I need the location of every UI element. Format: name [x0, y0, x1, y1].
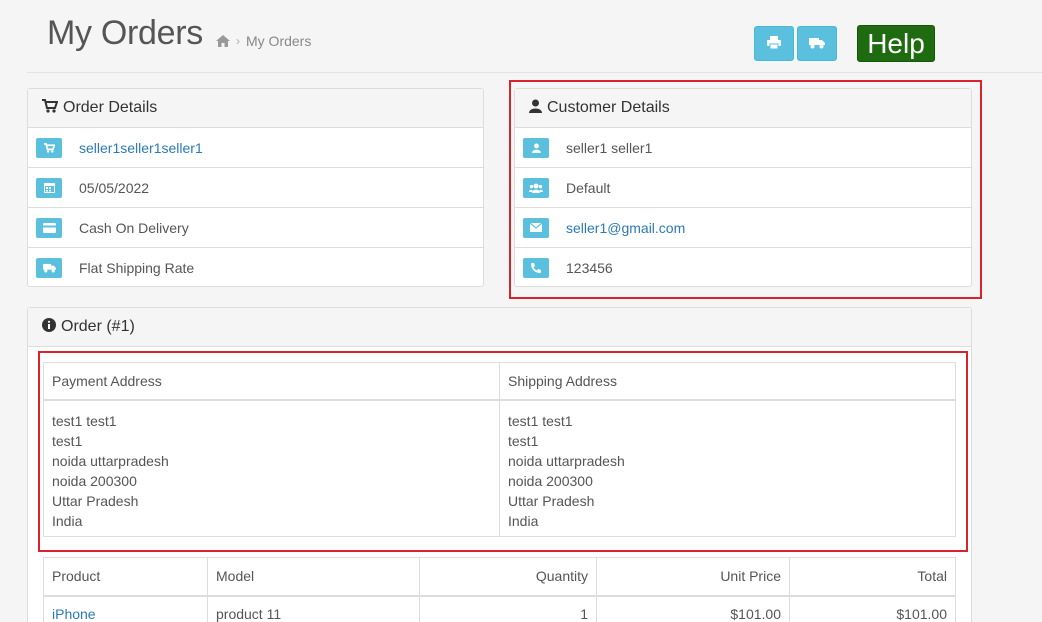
shopping-cart-icon — [42, 98, 59, 118]
payment-method-row: Cash On Delivery — [28, 208, 483, 248]
page-title: My Orders — [47, 14, 203, 52]
store-link[interactable]: seller1seller1seller1 — [79, 140, 203, 156]
order-details-panel: Order Details seller1seller1seller1 05/0… — [27, 88, 484, 287]
product-unit-price: $101.00 — [596, 595, 790, 622]
column-header-quantity: Quantity — [419, 557, 597, 597]
shipping-button[interactable] — [797, 26, 837, 61]
order-store-row: seller1seller1seller1 — [28, 128, 483, 168]
info-circle-icon — [42, 317, 56, 337]
product-quantity: 1 — [419, 595, 597, 622]
order-details-heading: Order Details — [28, 89, 483, 128]
header-divider — [27, 72, 1042, 73]
payment-method: Cash On Delivery — [79, 219, 189, 236]
column-header-model: Model — [207, 557, 420, 597]
order-date-row: 05/05/2022 — [28, 168, 483, 208]
breadcrumb: › My Orders — [216, 33, 311, 49]
print-button[interactable] — [754, 26, 794, 61]
home-icon[interactable] — [216, 35, 230, 47]
breadcrumb-separator: › — [236, 34, 240, 48]
calendar-icon[interactable] — [36, 177, 62, 198]
truck-icon[interactable] — [36, 258, 62, 278]
truck-icon — [809, 36, 825, 52]
address-highlight — [38, 351, 968, 552]
order-date: 05/05/2022 — [79, 179, 150, 196]
products-table: Product Model Quantity Unit Price Total … — [43, 557, 956, 622]
help-button[interactable]: Help — [857, 25, 935, 62]
product-total: $101.00 — [789, 595, 956, 622]
product-model: product 11 — [207, 595, 420, 622]
product-link[interactable]: iPhone — [52, 606, 96, 622]
shipping-method-row: Flat Shipping Rate — [28, 248, 483, 288]
column-header-product: Product — [43, 557, 208, 597]
breadcrumb-current[interactable]: My Orders — [246, 33, 311, 49]
column-header-unit-price: Unit Price — [596, 557, 790, 597]
column-header-total: Total — [789, 557, 956, 597]
order-heading: Order (#1) — [28, 308, 971, 347]
shopping-cart-icon[interactable] — [36, 137, 62, 158]
credit-card-icon[interactable] — [36, 217, 62, 238]
print-icon — [767, 35, 781, 52]
table-row: iPhone product 11 1 $101.00 $101.00 — [43, 595, 956, 622]
customer-details-highlight — [509, 80, 982, 299]
shipping-method: Flat Shipping Rate — [79, 260, 195, 276]
